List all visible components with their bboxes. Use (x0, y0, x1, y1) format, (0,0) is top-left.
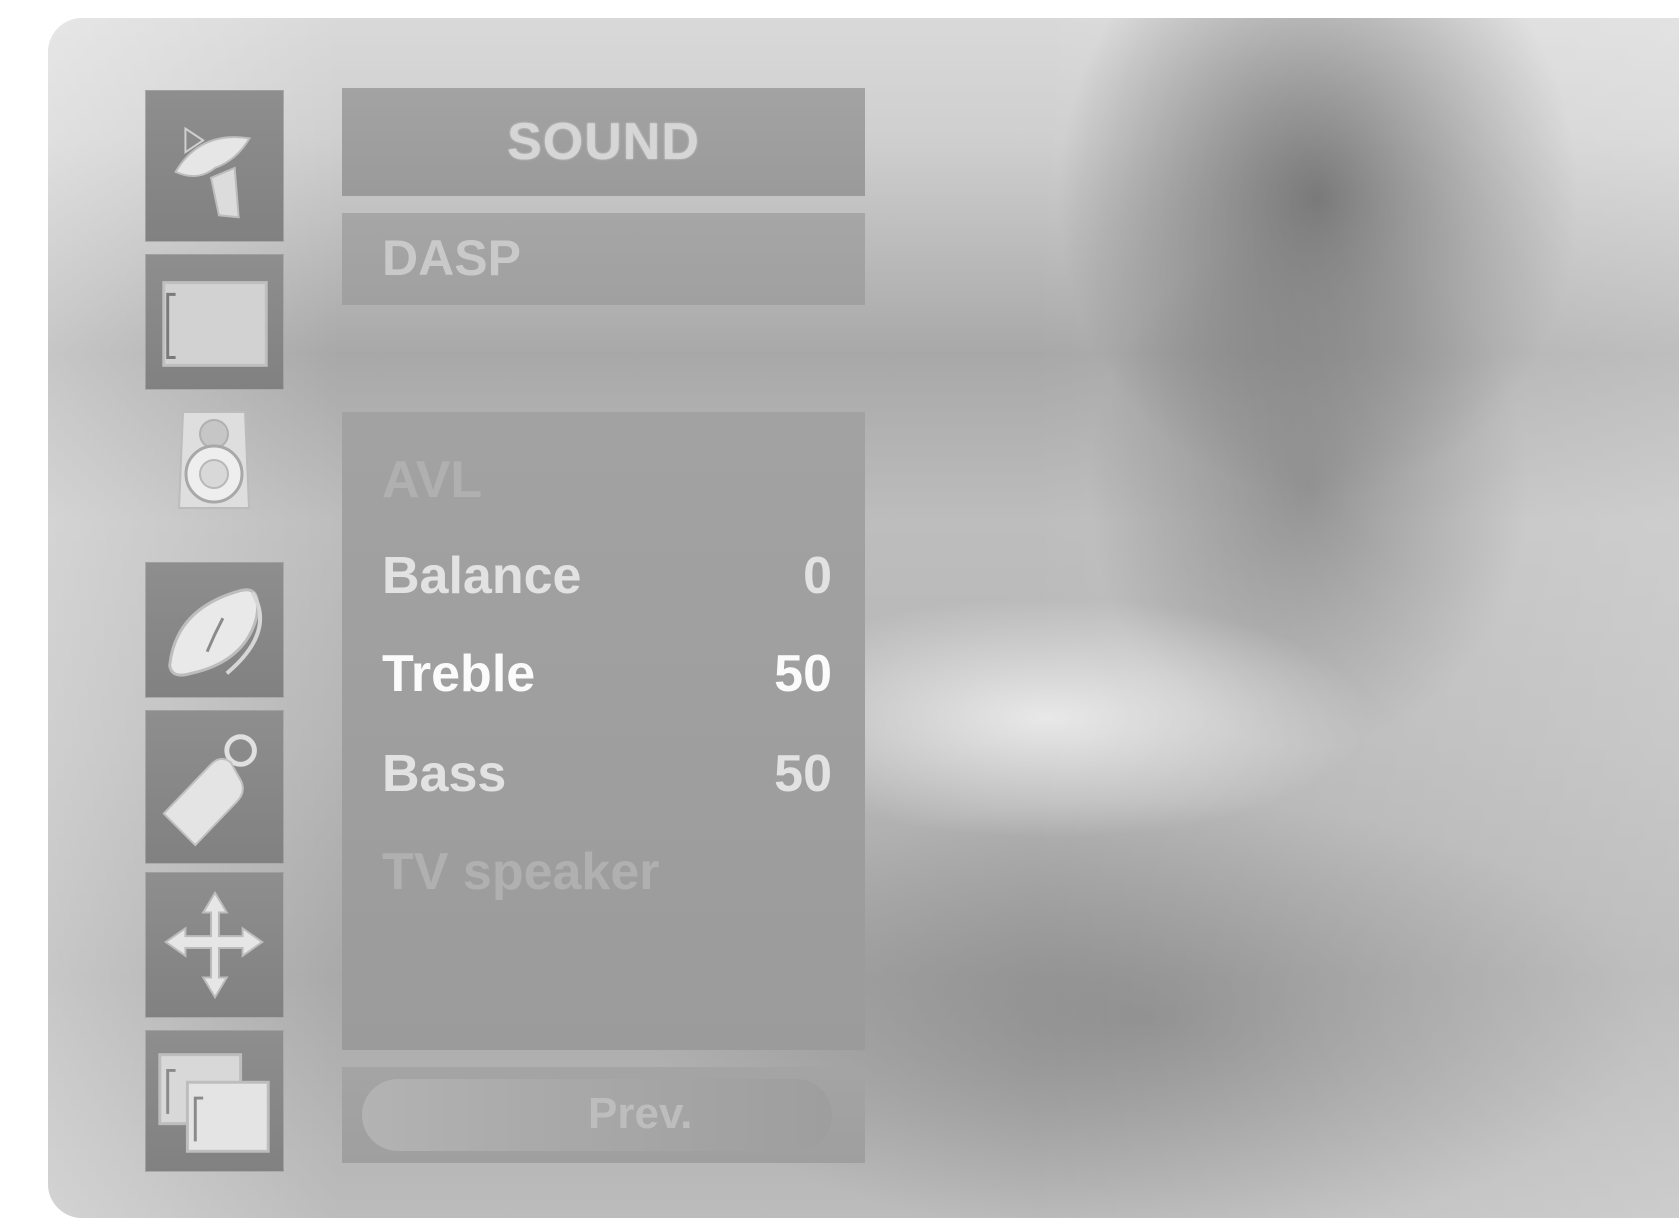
menu-item-balance[interactable]: Balance 0 (382, 546, 832, 606)
menu-item-avl[interactable]: AVL (382, 450, 832, 510)
speaker-icon (177, 411, 251, 509)
clock-icon (168, 588, 262, 677)
dasp-label: DASP (382, 230, 521, 286)
footer-bar: Prev. (342, 1067, 865, 1163)
menu-item-label: Bass (382, 745, 507, 803)
prev-label: Prev. (588, 1089, 693, 1138)
arrows-icon (163, 890, 265, 1000)
menu-item-label: Balance (382, 547, 582, 605)
menu-item-value: 0 (803, 547, 832, 605)
picture-tile[interactable] (145, 254, 284, 390)
menu-item-label: Treble (382, 645, 536, 703)
menu-title: SOUND (507, 113, 700, 171)
menu-item-tv-speaker[interactable]: TV speaker (382, 842, 832, 902)
sound-tile[interactable] (145, 404, 284, 524)
prev-button[interactable]: Prev. (362, 1079, 832, 1151)
screen-icon (162, 281, 268, 367)
dasp-option[interactable]: DASP (342, 213, 865, 305)
station-tile[interactable] (145, 90, 284, 242)
key-tag-icon (162, 734, 257, 847)
windows-icon (158, 1053, 270, 1153)
menu-item-label: AVL (382, 451, 483, 509)
pip-tile[interactable] (145, 1030, 284, 1172)
menu-title-bar: SOUND (342, 88, 865, 199)
sound-settings-list: AVL Balance 0 Treble 50 Bass 50 TV speak… (342, 412, 865, 1050)
time-tile[interactable] (145, 562, 284, 698)
menu-item-treble[interactable]: Treble 50 (382, 644, 832, 704)
antenna-icon (174, 126, 252, 219)
menu-item-value: 50 (774, 745, 832, 803)
screen-tile[interactable] (145, 872, 284, 1018)
menu-item-label: TV speaker (382, 843, 660, 901)
special-tile[interactable] (145, 710, 284, 864)
menu-item-value: 50 (774, 645, 832, 703)
tv-osd-screen: SOUND DASP AVL Balance 0 Treble 50 Bass … (48, 18, 1679, 1218)
menu-item-bass[interactable]: Bass 50 (382, 744, 832, 804)
